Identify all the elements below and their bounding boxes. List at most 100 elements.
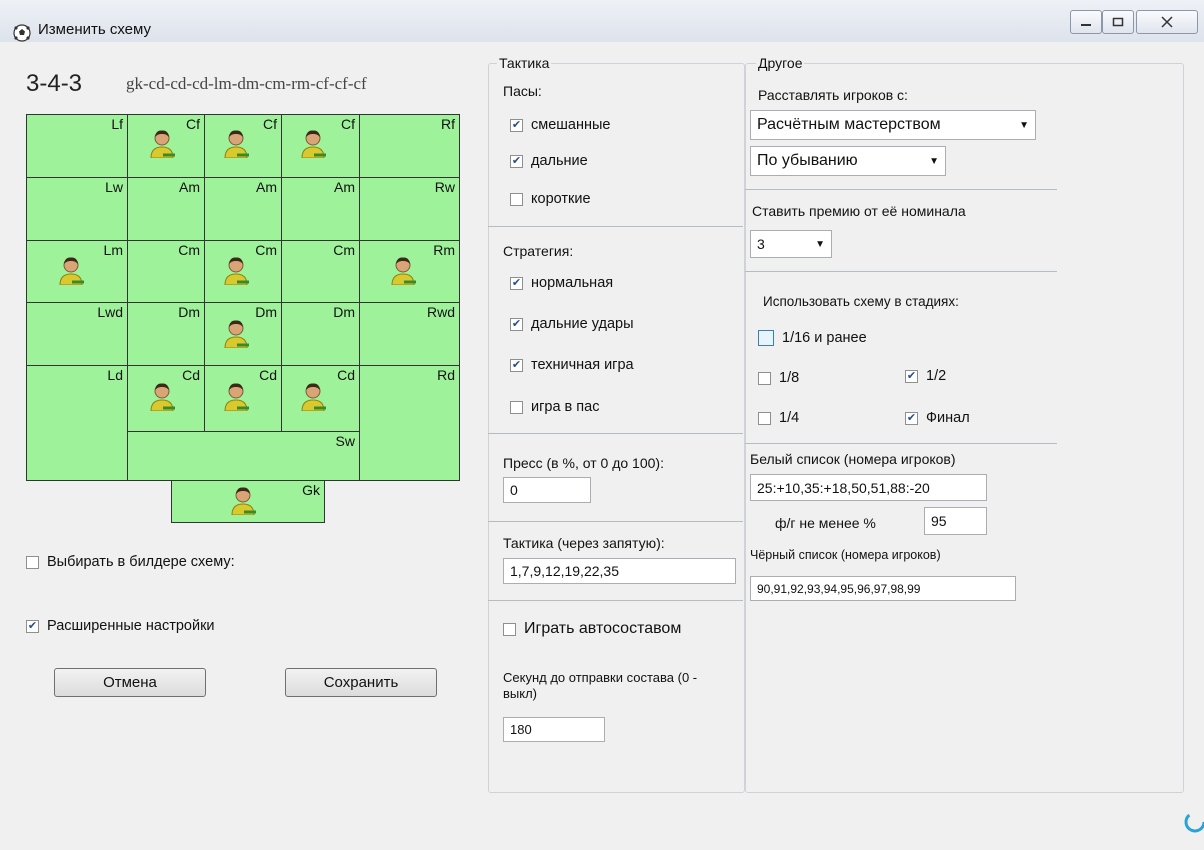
position-lwd[interactable]: Lwd: [26, 302, 128, 366]
separator: [488, 600, 743, 601]
position-label: Rw: [434, 179, 455, 195]
checkbox-box: [503, 622, 516, 636]
checkbox-box: ✔: [905, 369, 918, 383]
close-button[interactable]: [1136, 10, 1198, 34]
position-am-2[interactable]: Am: [204, 177, 282, 241]
checkbox-box: [26, 555, 39, 569]
checkbox-label: смешанные: [531, 117, 611, 133]
player-icon: [58, 255, 85, 285]
stage-1-2-checkbox[interactable]: ✔ 1/2: [905, 368, 946, 384]
stage-1-4-checkbox[interactable]: 1/4: [758, 410, 799, 426]
tactic-list-label: Тактика (через запятую):: [503, 535, 665, 551]
window-title: Изменить схему: [38, 21, 151, 38]
strategy-passing-checkbox[interactable]: игра в пас: [510, 399, 599, 415]
player-icon: [390, 255, 417, 285]
position-lf[interactable]: Lf: [26, 114, 128, 178]
whitelist-label: Белый список (номера игроков): [750, 451, 956, 467]
position-label: Lf: [111, 116, 123, 132]
checkbox-label: 1/2: [926, 368, 947, 384]
minimize-icon: [1081, 24, 1091, 26]
position-dm-1[interactable]: Dm: [127, 302, 205, 366]
minimize-button[interactable]: [1070, 10, 1102, 34]
position-label: Rf: [441, 116, 455, 132]
cancel-button[interactable]: Отмена: [54, 668, 206, 697]
position-label: Cf: [263, 116, 277, 132]
position-am-1[interactable]: Am: [127, 177, 205, 241]
bonus-select[interactable]: 3 ▼: [750, 230, 832, 258]
other-group-title: Другое: [756, 55, 805, 71]
maximize-button[interactable]: [1102, 10, 1134, 34]
player-icon: [300, 128, 327, 158]
stage-1-8-checkbox[interactable]: 1/8: [758, 370, 799, 386]
checkbox-box: ✔: [510, 118, 523, 132]
position-cm-1[interactable]: Cm: [127, 240, 205, 303]
position-dm-3[interactable]: Dm: [281, 302, 360, 366]
position-label: Cf: [341, 116, 355, 132]
checkbox-label: Финал: [926, 410, 970, 426]
position-label: Lw: [105, 179, 123, 195]
strategy-normal-checkbox[interactable]: ✔ нормальная: [510, 275, 613, 291]
checkbox-label: техничная игра: [531, 357, 634, 373]
position-lw[interactable]: Lw: [26, 177, 128, 241]
strategy-long-shots-checkbox[interactable]: ✔ дальние удары: [510, 316, 634, 332]
order-select-value: По убыванию: [757, 152, 858, 169]
checkbox-label: 1/4: [779, 410, 800, 426]
stage-1-16-checkbox[interactable]: 1/16 и ранее: [758, 330, 867, 346]
save-button[interactable]: Сохранить: [285, 668, 437, 697]
separator: [488, 433, 743, 434]
checkbox-box: ✔: [26, 619, 39, 633]
pass-long-checkbox[interactable]: ✔ дальние: [510, 153, 588, 169]
checkbox-box: [758, 371, 771, 385]
position-cm-3[interactable]: Cm: [281, 240, 360, 303]
separator: [488, 226, 743, 227]
tactic-list-input[interactable]: 1,7,9,12,19,22,35: [503, 558, 736, 584]
position-label: Cf: [186, 116, 200, 132]
checkbox-box: [510, 192, 523, 206]
position-label: Sw: [335, 433, 355, 449]
position-am-3[interactable]: Am: [281, 177, 360, 241]
position-label: Rwd: [426, 304, 455, 320]
position-label: Am: [256, 179, 277, 195]
press-input[interactable]: 0: [503, 477, 591, 503]
position-label: Am: [334, 179, 355, 195]
checkbox-box: [758, 330, 774, 346]
checkbox-box: ✔: [905, 411, 918, 425]
position-label: Ld: [107, 367, 123, 383]
position-rd[interactable]: Rd: [359, 365, 460, 481]
soccer-ball-icon: [13, 24, 31, 42]
position-rwd[interactable]: Rwd: [359, 302, 460, 366]
player-icon: [223, 255, 250, 285]
position-ld[interactable]: Ld: [26, 365, 128, 481]
seconds-input[interactable]: 180: [503, 717, 605, 742]
checkbox-box: ✔: [510, 154, 523, 168]
position-label: Cd: [182, 367, 200, 383]
player-icon: [223, 128, 250, 158]
blacklist-input[interactable]: 90,91,92,93,94,95,96,97,98,99: [750, 576, 1016, 601]
position-rw[interactable]: Rw: [359, 177, 460, 241]
strategy-label: Стратегия:: [503, 243, 574, 259]
checkbox-label: короткие: [531, 191, 591, 207]
position-label: Rm: [433, 242, 455, 258]
arrange-select[interactable]: Расчётным мастерством ▼: [750, 110, 1036, 140]
whitelist-input[interactable]: 25:+10,35:+18,50,51,88:-20: [750, 474, 987, 501]
press-label: Пресс (в %, от 0 до 100):: [503, 455, 664, 471]
bonus-select-value: 3: [757, 236, 765, 252]
choose-in-builder-checkbox[interactable]: Выбирать в билдере схему:: [26, 554, 235, 570]
position-label: Rd: [437, 367, 455, 383]
order-select[interactable]: По убыванию ▼: [750, 146, 946, 176]
advanced-settings-checkbox[interactable]: ✔ Расширенные настройки: [26, 618, 215, 634]
tactics-group-title: Тактика: [497, 55, 552, 71]
position-sw[interactable]: Sw: [127, 431, 360, 481]
pass-short-checkbox[interactable]: короткие: [510, 191, 591, 207]
fitness-input[interactable]: 95: [924, 507, 987, 535]
pass-mixed-checkbox[interactable]: ✔ смешанные: [510, 117, 610, 133]
separator: [745, 271, 1057, 272]
position-label: Cm: [178, 242, 200, 258]
position-rf[interactable]: Rf: [359, 114, 460, 178]
strategy-technical-checkbox[interactable]: ✔ техничная игра: [510, 357, 634, 373]
stage-final-checkbox[interactable]: ✔ Финал: [905, 410, 970, 426]
loading-icon: [1184, 811, 1204, 833]
checkbox-label: Играть автосоставом: [524, 620, 682, 637]
auto-lineup-checkbox[interactable]: Играть автосоставом: [503, 620, 681, 638]
position-label: Dm: [178, 304, 200, 320]
